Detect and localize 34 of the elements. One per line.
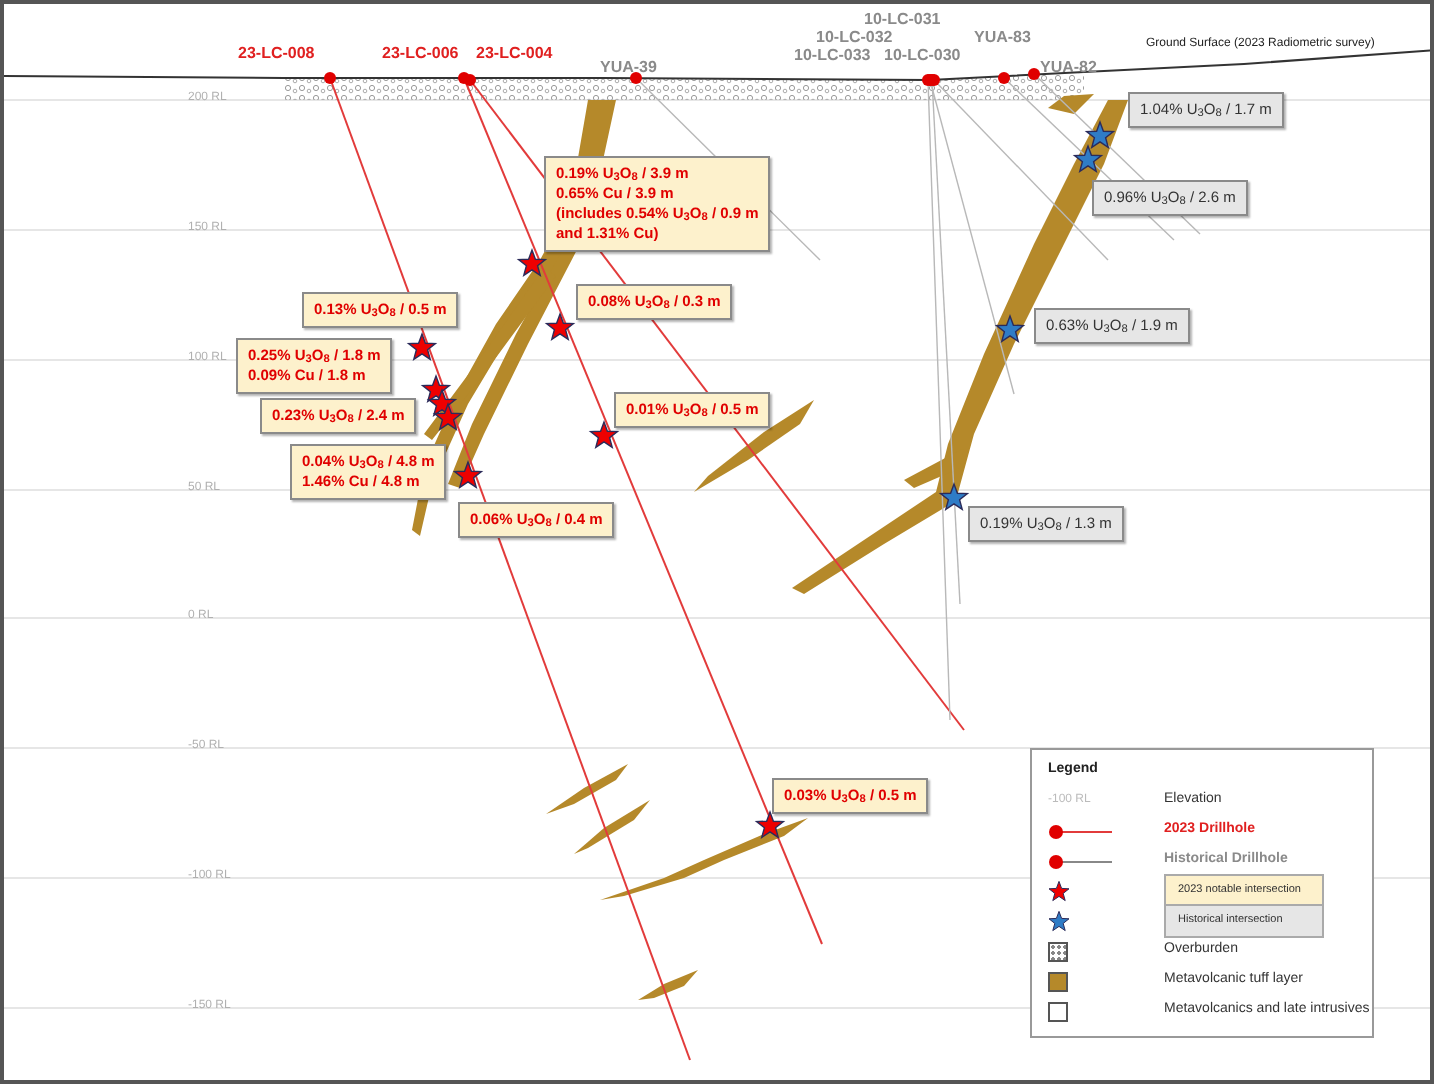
drillhole-label: 23-LC-006 bbox=[382, 46, 459, 62]
tuff-layer bbox=[546, 764, 628, 814]
star-marker bbox=[938, 482, 970, 512]
drillhole-label: 10-LC-033 bbox=[794, 48, 871, 64]
drillhole-label: 10-LC-031 bbox=[864, 12, 941, 28]
tuff-layer bbox=[638, 970, 698, 1000]
star-marker bbox=[754, 810, 786, 840]
drillhole-label: 10-LC-032 bbox=[816, 30, 893, 46]
drillhole-label: 23-LC-008 bbox=[238, 46, 315, 62]
drillhole-label: 23-LC-004 bbox=[476, 46, 553, 62]
star-icon bbox=[1048, 910, 1070, 932]
tuff-swatch bbox=[1048, 971, 1068, 991]
star-marker bbox=[994, 314, 1026, 344]
collar-dot bbox=[1028, 68, 1040, 80]
collar-dot bbox=[324, 72, 336, 84]
star-icon bbox=[1048, 880, 1070, 902]
star-marker bbox=[544, 312, 576, 342]
star-marker bbox=[452, 460, 484, 490]
star-marker bbox=[516, 248, 548, 278]
drillhole-label: 10-LC-030 bbox=[884, 48, 961, 64]
drillhole-label: YUA-82 bbox=[1040, 60, 1097, 76]
overburden-swatch bbox=[1048, 941, 1068, 961]
collar-dot bbox=[998, 72, 1010, 84]
star-marker bbox=[1084, 120, 1116, 150]
drillhole-symbol-icon bbox=[1048, 823, 1112, 839]
star-marker bbox=[406, 332, 438, 362]
host-rock-swatch bbox=[1048, 1001, 1068, 1021]
collar-dot bbox=[630, 72, 642, 84]
drillhole-label: YUA-83 bbox=[974, 30, 1031, 46]
star-marker bbox=[1072, 144, 1104, 174]
star-marker bbox=[588, 420, 620, 450]
drillhole-label: YUA-39 bbox=[600, 60, 657, 76]
drillhole-symbol-icon bbox=[1048, 853, 1112, 869]
star-marker bbox=[432, 402, 464, 432]
